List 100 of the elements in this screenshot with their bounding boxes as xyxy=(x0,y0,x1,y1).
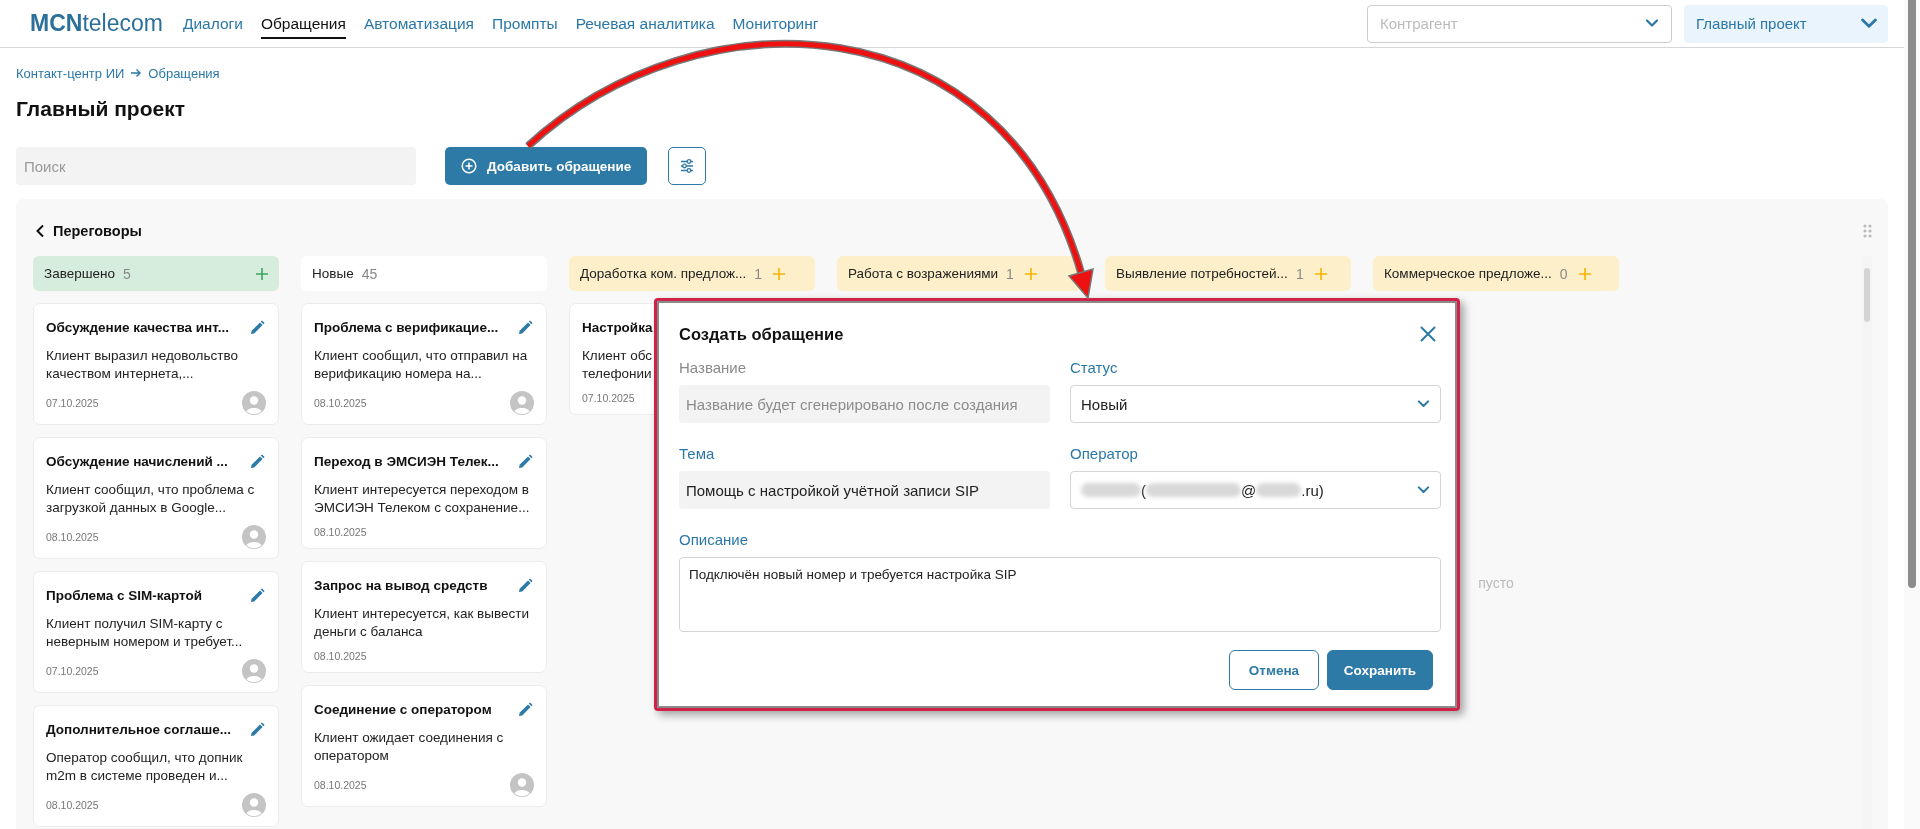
card-date: 07.10.2025 xyxy=(46,397,99,409)
card-title: Дополнительное соглаше... xyxy=(46,721,231,739)
card-description: Клиент получил SIM-карту с неверным номером и требует... xyxy=(46,615,244,651)
nav-tab[interactable]: Промпты xyxy=(492,8,558,39)
save-button[interactable]: Сохранить xyxy=(1327,650,1433,690)
text-field[interactable]: Помощь с настройкой учётной записи SIP xyxy=(679,471,1050,509)
operator-text: @ xyxy=(1241,481,1257,499)
card-date: 08.10.2025 xyxy=(314,526,367,538)
board-title: Переговоры xyxy=(53,223,142,239)
logo: MCNtelecom xyxy=(30,10,163,37)
card-title: Соединение с оператором xyxy=(314,701,492,719)
pencil-icon[interactable] xyxy=(248,721,266,739)
card-title: Проблема с SIM-картой xyxy=(46,587,203,605)
card-title: Настройка xyxy=(582,319,653,337)
card-date: 08.10.2025 xyxy=(46,531,99,543)
field-label: Статус xyxy=(1070,359,1119,377)
project-select[interactable]: Главный проект xyxy=(1684,4,1888,43)
card-title: Обсуждение начислений ... xyxy=(46,453,228,471)
arrow-right-icon xyxy=(130,68,143,78)
nav-tab[interactable]: Автоматизация xyxy=(363,8,474,39)
card-date: 07.10.2025 xyxy=(582,392,635,404)
text-field: Название будет сгенерировано после создания xyxy=(679,385,1050,423)
issue-card[interactable]: Переход в ЭМСИЭН Телек... Клиент интересуется переходом в ЭМСИЭН Телеком с сохранение... 08.10.2025 xyxy=(301,437,547,549)
chevron-down-icon xyxy=(1417,400,1430,408)
pencil-icon[interactable] xyxy=(516,453,534,471)
breadcrumb-link[interactable]: Обращения xyxy=(148,65,220,81)
issue-card[interactable]: Обсуждение начислений ... Клиент сообщил, что проблема с загрузкой данных в Google... 08.10.2025 xyxy=(33,437,279,559)
plus-circle-icon xyxy=(461,158,477,174)
sliders-icon xyxy=(679,158,696,174)
card-title: Переход в ЭМСИЭН Телек... xyxy=(314,453,499,471)
column-count: 45 xyxy=(361,265,378,282)
card-title: Проблема с верификацие... xyxy=(314,319,499,337)
pencil-icon[interactable] xyxy=(248,319,266,337)
card-description: Оператор сообщил, что допник m2m в системе проведен и... xyxy=(46,749,244,785)
field-label: Оператор xyxy=(1070,445,1139,463)
issue-card[interactable]: Запрос на вывод средств Клиент интересуется, как вывести деньги с баланса 08.10.2025 xyxy=(301,561,547,673)
column-count: 0 xyxy=(1559,265,1568,282)
pencil-icon[interactable] xyxy=(248,587,266,605)
chevron-down-icon xyxy=(1860,18,1878,29)
pencil-icon[interactable] xyxy=(516,577,534,595)
nav-tab[interactable]: Диалоги xyxy=(182,8,243,39)
column-count: 1 xyxy=(1006,265,1014,282)
card-date: 08.10.2025 xyxy=(314,779,367,791)
column-title: Выявление потребностей... xyxy=(1116,266,1288,281)
issue-card[interactable]: Проблема с SIM-картой Клиент получил SIM-карту с неверным номером и требует... 07.10.2025 xyxy=(33,571,279,693)
issue-card[interactable]: Обсуждение качества инт... Клиент выразил недовольство качеством интернета,... 07.10.2025 xyxy=(33,303,279,425)
card-date: 07.10.2025 xyxy=(46,665,99,677)
filter-button[interactable] xyxy=(668,147,707,185)
search-field[interactable]: Поиск xyxy=(16,147,416,185)
redacted-mark xyxy=(1081,483,1141,497)
card-description: Клиент сообщил, что проблема с загрузкой данных в Google... xyxy=(46,481,256,517)
column-title: Работа с возражениями xyxy=(848,266,999,281)
close-icon[interactable] xyxy=(1419,325,1437,343)
card-description: Клиент сообщил, что отправил на верификацию номера на... xyxy=(314,347,529,383)
pencil-icon[interactable] xyxy=(248,453,266,471)
field-label: Тема xyxy=(679,445,716,463)
nav-tab[interactable]: Обращения xyxy=(260,8,346,39)
card-description: Клиент интересуется, как вывести деньги с баланса xyxy=(314,605,530,641)
nav-tab[interactable]: Речевая аналитика xyxy=(575,8,715,39)
operator-text: ( xyxy=(1141,481,1146,499)
field-label: Название xyxy=(679,359,748,377)
issue-card[interactable]: Проблема с верификацие... Клиент сообщил, что отправил на верификацию номера на... 08.10.2025 xyxy=(301,303,547,425)
column-title: Завершено xyxy=(44,266,115,281)
breadcrumb-link[interactable]: Контакт-центр ИИ xyxy=(16,65,125,81)
column-count: 1 xyxy=(1295,265,1304,282)
dialog-title: Создать обращение xyxy=(679,324,844,344)
column-title: Новые xyxy=(312,266,354,281)
column-count: 1 xyxy=(754,265,763,282)
card-title: Обсуждение качества инт... xyxy=(46,319,229,337)
redacted-mark xyxy=(1256,483,1302,497)
chevron-down-icon xyxy=(1645,19,1659,28)
scrollbar[interactable] xyxy=(1908,0,1916,588)
card-description: Клиент выразил недовольство качеством интернета,... xyxy=(46,347,239,383)
drag-handle-icon[interactable] xyxy=(1863,224,1872,238)
empty-label: пусто xyxy=(1478,575,1514,591)
page-title: Главный проект xyxy=(16,96,186,122)
operator-text: .ru) xyxy=(1301,481,1324,499)
issue-card[interactable]: Соединение с оператором Клиент ожидает соединения с оператором 08.10.2025 xyxy=(301,685,547,807)
column-count: 5 xyxy=(123,265,131,282)
card-description: Клиент интересуется переходом в ЭМСИЭН Телеком с сохранение... xyxy=(314,481,531,517)
column-title: Доработка ком. предлож... xyxy=(580,266,747,281)
cancel-button[interactable]: Отмена xyxy=(1229,650,1319,690)
nav-tab[interactable]: Мониторинг xyxy=(732,8,819,39)
card-date: 08.10.2025 xyxy=(314,650,367,662)
card-date: 08.10.2025 xyxy=(46,799,99,811)
field-label: Описание xyxy=(679,531,750,549)
operator-select[interactable]: ( @ .ru) xyxy=(1070,471,1441,509)
chevron-down-icon xyxy=(1417,486,1430,494)
description-field[interactable]: Подключён новый номер и требуется настройка SIP xyxy=(679,557,1441,632)
chevron-left-icon[interactable] xyxy=(35,224,45,238)
add-button[interactable]: Добавить обращение xyxy=(445,147,648,185)
issue-card[interactable]: Дополнительное соглаше... Оператор сообщил, что допник m2m в системе проведен и... 08.10.2025 xyxy=(33,705,279,827)
card-description: Клиент ожидает соединения с оператором xyxy=(314,729,505,765)
pencil-icon[interactable] xyxy=(516,701,534,719)
card-date: 08.10.2025 xyxy=(314,397,367,409)
pencil-icon[interactable] xyxy=(516,319,534,337)
status-select[interactable]: Новый xyxy=(1070,385,1441,423)
card-description: Клиент обс телефонии xyxy=(582,347,653,383)
card-title: Запрос на вывод средств xyxy=(314,577,488,595)
column-title: Коммерческое предложе... xyxy=(1384,266,1552,281)
